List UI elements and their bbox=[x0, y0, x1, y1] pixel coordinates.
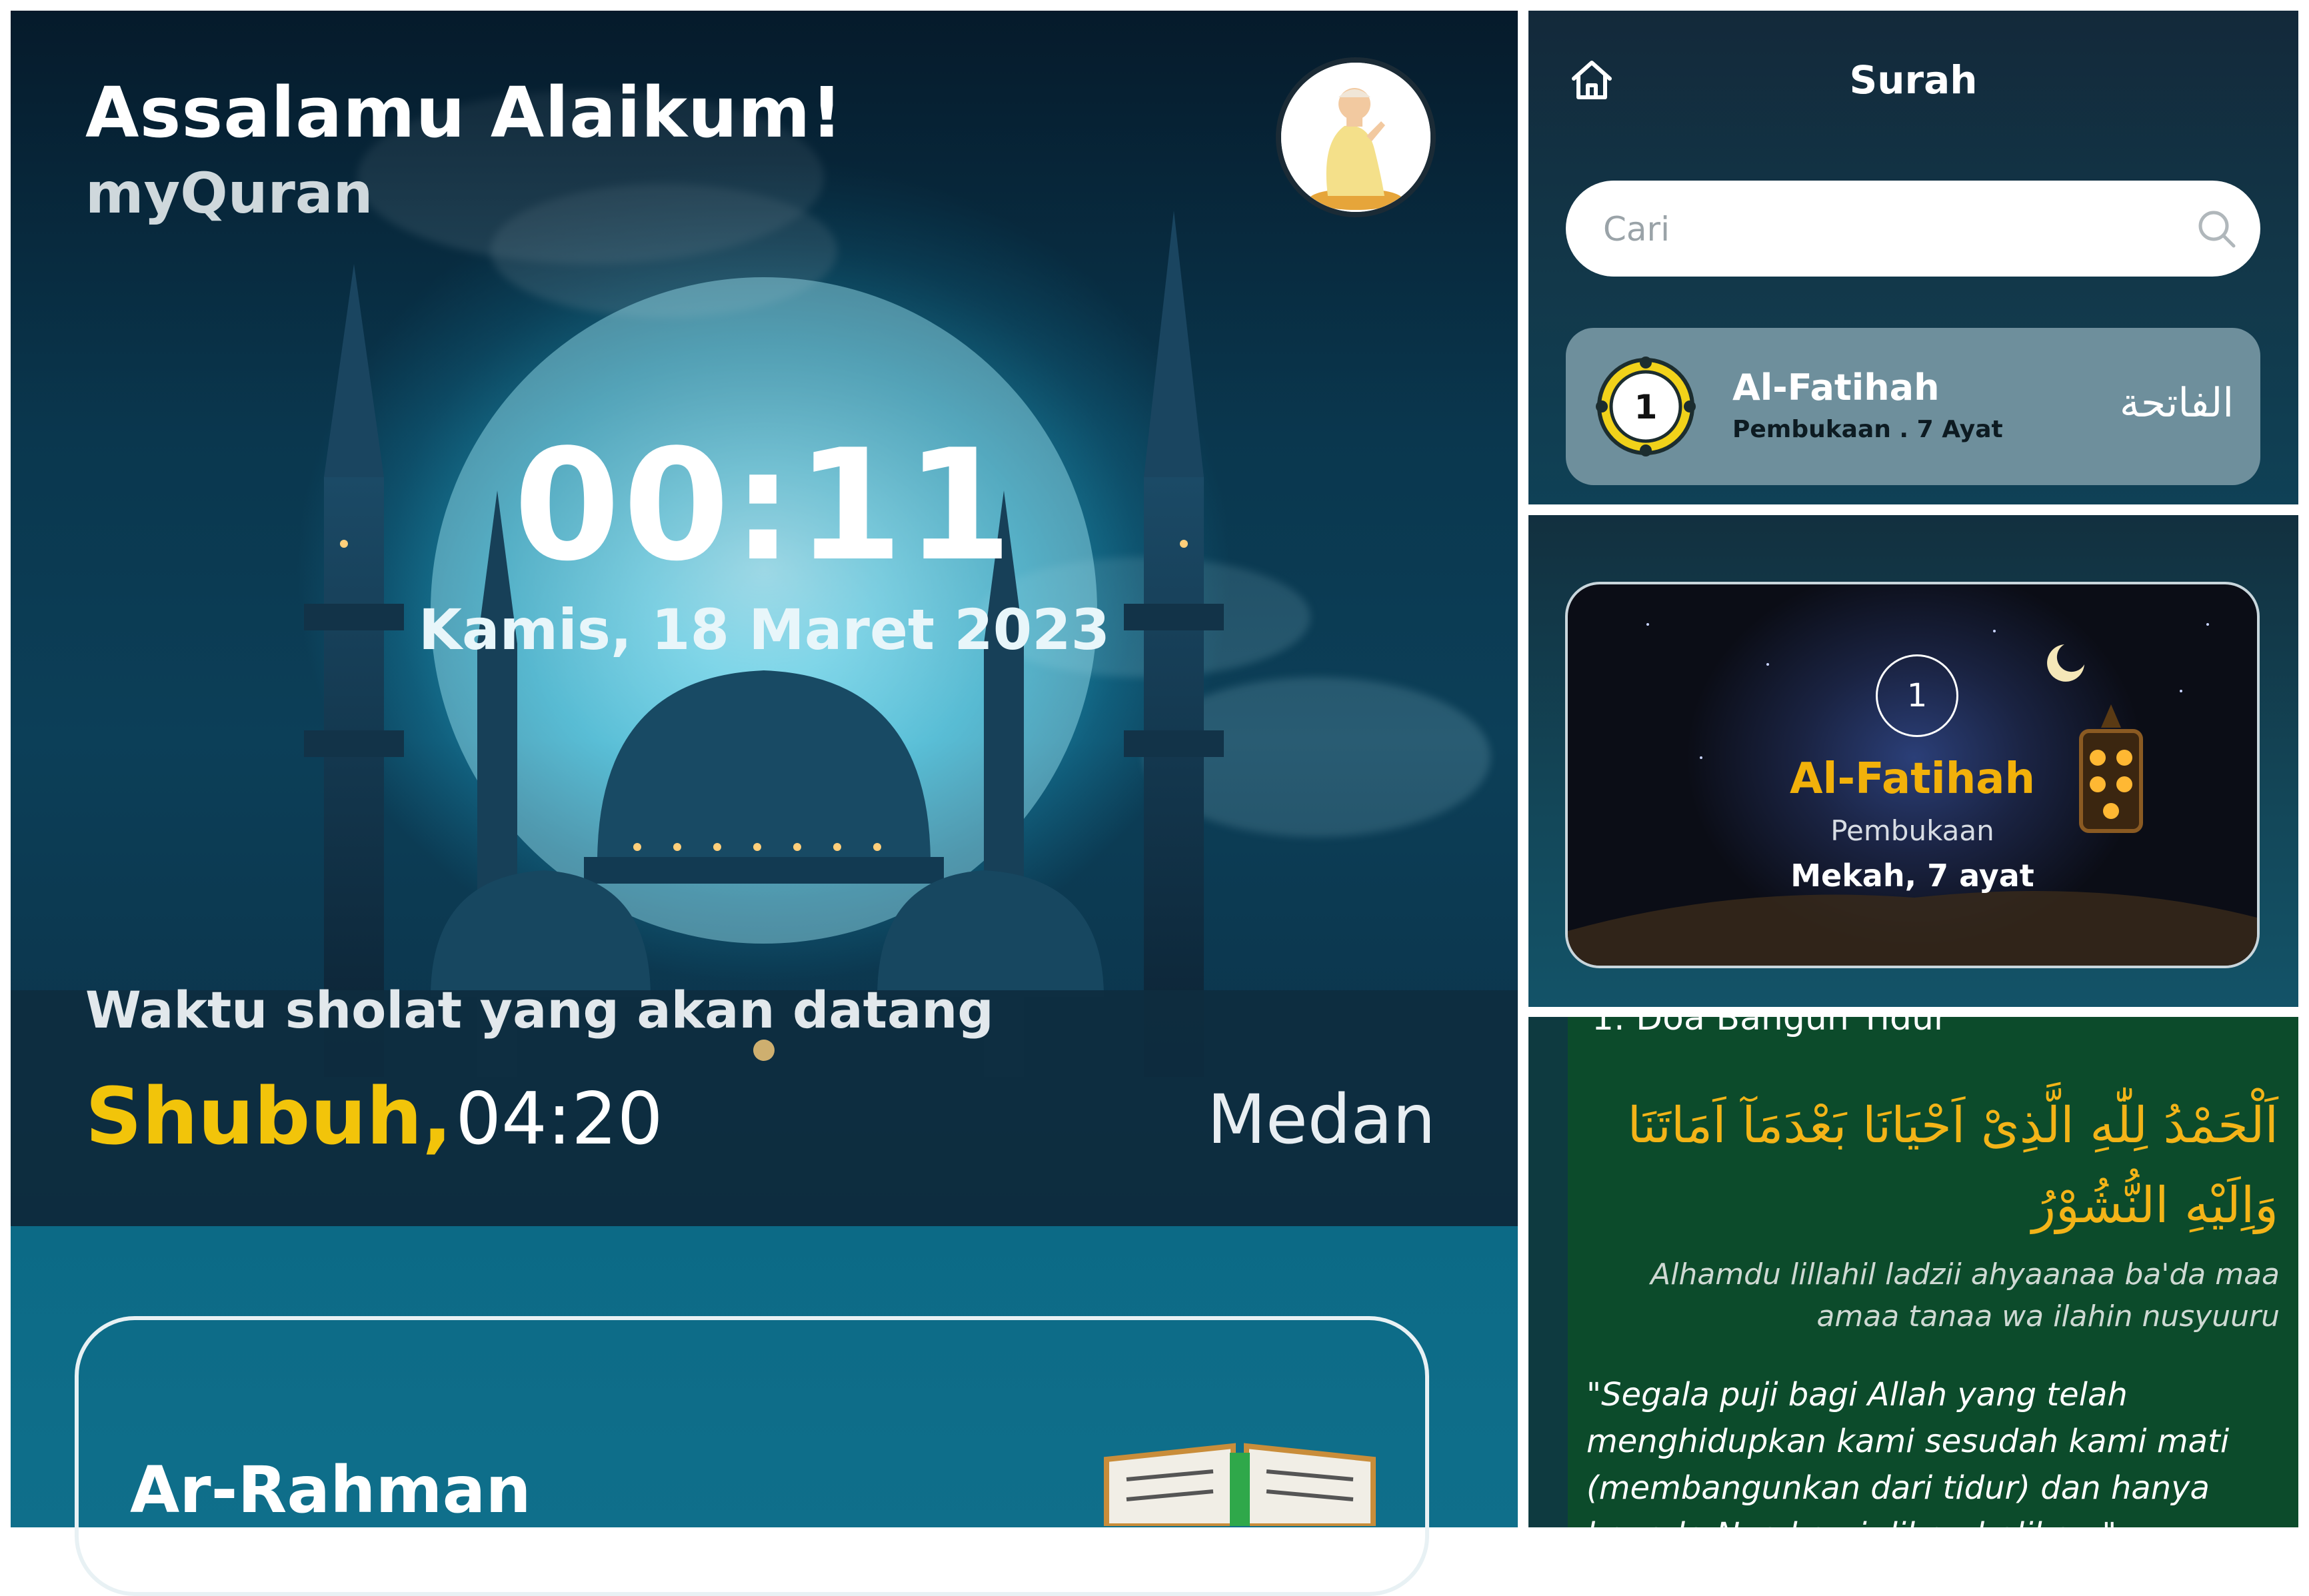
doa-arabic-line-1: اَلْحَمْدُ لِلّٰهِ الَّذِىْ اَحْيَانَا ب… bbox=[1627, 1097, 2278, 1154]
profile-avatar[interactable] bbox=[1276, 57, 1436, 217]
current-time: 00:11 bbox=[513, 417, 1015, 595]
last-read-surah-name: Ar-Rahman bbox=[130, 1453, 531, 1527]
greeting-title: Assalamu Alaikum! bbox=[85, 72, 843, 153]
search-bar[interactable] bbox=[1566, 181, 2260, 277]
app-name: myQuran bbox=[85, 161, 373, 226]
surah-number-badge-icon: 1 bbox=[1596, 357, 1696, 456]
next-prayer-name: Shubuh, bbox=[85, 1070, 453, 1162]
search-input[interactable] bbox=[1602, 199, 2178, 259]
doa-latin: Alhamdu lillahil ladzii ahyaanaa ba'da m… bbox=[1650, 1257, 2280, 1333]
city-name[interactable]: Medan bbox=[1207, 1080, 1436, 1160]
doa-arabic-line-2: وَاِلَيْهِ النُّشُوْرُ bbox=[2032, 1177, 2278, 1234]
surah-list-item[interactable]: 1 Al-Fatihah Pembukaan . 7 Ayat الفاتحة bbox=[1566, 328, 2260, 485]
praying-man-icon bbox=[1281, 63, 1430, 212]
surah-list-screen: Surah 1 Al-Fatihah Pembukaan . 7 Ayat ال… bbox=[1528, 11, 2298, 504]
surah-detail-name: Al-Fatihah bbox=[1789, 754, 2036, 804]
surah-name: Al-Fatihah bbox=[1732, 367, 1940, 408]
next-prayer-time: 04:20 bbox=[455, 1078, 663, 1161]
surah-number-ring: 1 bbox=[1876, 654, 1958, 737]
doa-screen: 1. Doa Bangun Tidur اَلْحَمْدُ لِلّٰهِ ا… bbox=[1528, 1017, 2298, 1527]
home-screen: Assalamu Alaikum! myQuran 00:11 Kamis, 1… bbox=[11, 11, 1518, 1527]
hero-banner: Assalamu Alaikum! myQuran 00:11 Kamis, 1… bbox=[11, 11, 1518, 1226]
doa-meaning: "Segala puji bagi Allah yang telah mengh… bbox=[1586, 1376, 2230, 1527]
surah-meta: Pembukaan . 7 Ayat bbox=[1732, 416, 2003, 443]
doa-card: 1. Doa Bangun Tidur اَلْحَمْدُ لِلّٰهِ ا… bbox=[1568, 1017, 2298, 1527]
surah-detail-meaning: Pembukaan bbox=[1830, 814, 1994, 847]
open-book-icon bbox=[1104, 1443, 1376, 1526]
next-prayer: Shubuh, 04:20 bbox=[85, 1070, 663, 1162]
current-date: Kamis, 18 Maret 2023 bbox=[418, 597, 1111, 662]
next-prayer-label: Waktu sholat yang akan datang bbox=[85, 980, 994, 1040]
surah-arabic-name: الفاتحة bbox=[2119, 380, 2234, 426]
page-title: Surah bbox=[1849, 57, 1978, 103]
search-icon[interactable] bbox=[2194, 206, 2240, 253]
surah-detail-screen: 1 Al-Fatihah Pembukaan Mekah, 7 ayat bbox=[1528, 515, 2298, 1007]
surah-detail-place: Mekah, 7 ayat bbox=[1790, 858, 2034, 894]
surah-number: 1 bbox=[1634, 388, 1658, 426]
surah-header-card: 1 Al-Fatihah Pembukaan Mekah, 7 ayat bbox=[1565, 582, 2260, 968]
doa-heading: 1. Doa Bangun Tidur bbox=[1592, 1017, 1948, 1038]
